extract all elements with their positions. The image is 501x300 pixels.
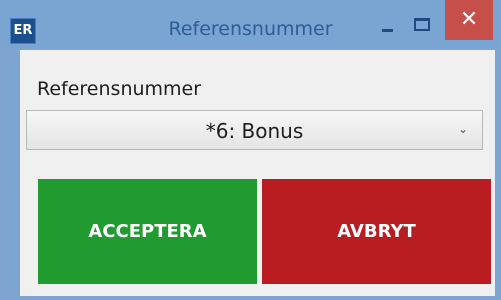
chevron-down-icon: ⌄ [457,122,468,136]
accept-button[interactable]: ACCEPTERA [38,179,257,284]
dialog-window: ER Referensnummer ✕ Referensnummer *6: B… [0,0,501,300]
close-icon[interactable]: ✕ [445,0,493,40]
reference-label: Referensnummer [37,78,202,100]
maximize-icon[interactable] [408,16,434,36]
dialog-body: Referensnummer *6: Bonus ⌄ ACCEPTERA AVB… [20,50,495,296]
minimize-icon[interactable] [374,16,400,36]
reference-select-value: *6: Bonus [205,119,304,143]
title-bar[interactable]: ER Referensnummer ✕ [0,0,501,48]
reference-select[interactable]: *6: Bonus ⌄ [26,110,483,150]
cancel-button[interactable]: AVBRYT [262,179,491,284]
